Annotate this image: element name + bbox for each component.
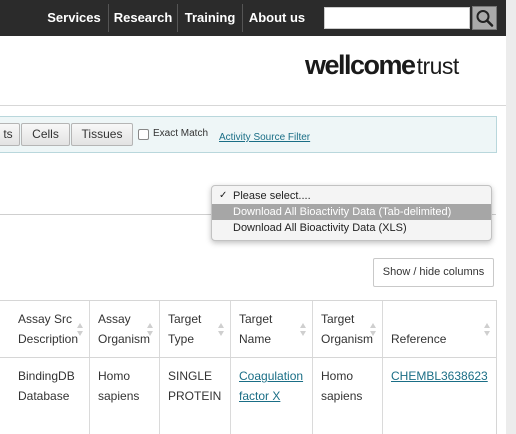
- show-hide-columns-button[interactable]: Show / hide columns: [373, 258, 494, 287]
- column-header-assay-src-description[interactable]: Assay Src Description: [10, 301, 90, 357]
- table-cell-target-type: SINGLE PROTEIN: [160, 358, 231, 434]
- column-header-target-type[interactable]: Target Type: [160, 301, 231, 357]
- logo-light: trust: [416, 53, 460, 79]
- nav-training[interactable]: Training: [178, 0, 242, 36]
- column-header-assay-organism[interactable]: Assay Organism: [90, 301, 160, 357]
- search-button[interactable]: [472, 6, 497, 30]
- sort-icon: [370, 323, 377, 337]
- nav-services[interactable]: Services: [40, 0, 108, 36]
- sort-icon: [300, 323, 307, 337]
- sort-icon: [77, 323, 84, 337]
- table-cell-target-name: Coagulation factor X: [231, 358, 313, 434]
- table-cell-target-organism: Homo sapiens: [313, 358, 383, 434]
- download-option-xls[interactable]: Download All Bioactivity Data (XLS): [212, 220, 491, 236]
- download-dropdown-menu[interactable]: ✓ Please select.... Download All Bioacti…: [211, 185, 492, 241]
- column-header-target-name[interactable]: Target Name: [231, 301, 313, 357]
- search-icon: [476, 10, 494, 27]
- column-header-reference[interactable]: Reference: [383, 301, 496, 357]
- table-cell-assay-organism: Homo sapiens: [90, 358, 160, 434]
- bioactivity-table: Assay Src Description Assay Organism Tar…: [0, 300, 497, 434]
- target-name-link[interactable]: Coagulation factor X: [239, 366, 312, 406]
- download-option-please-select[interactable]: ✓ Please select....: [212, 188, 491, 204]
- checkmark-icon: ✓: [219, 190, 228, 201]
- sort-icon: [147, 323, 154, 337]
- reference-link[interactable]: CHEMBL3638623: [391, 366, 496, 386]
- exact-match-checkbox[interactable]: [138, 129, 149, 140]
- download-option-tab-delimited[interactable]: Download All Bioactivity Data (Tab-delim…: [212, 204, 491, 220]
- filter-button-tissues[interactable]: Tissues: [71, 123, 133, 146]
- wellcome-trust-logo[interactable]: wellcometrust: [305, 48, 459, 83]
- filter-bar: ts Cells Tissues Exact Match Activity So…: [0, 116, 497, 153]
- sort-icon: [218, 323, 225, 337]
- nav-about-us[interactable]: About us: [243, 0, 311, 36]
- nav-research[interactable]: Research: [109, 0, 177, 36]
- search-input[interactable]: [324, 7, 470, 29]
- page-content: wellcometrust ts Cells Tissues Exact Mat…: [0, 36, 506, 434]
- exact-match-label: Exact Match: [153, 128, 209, 139]
- top-nav-bar: Services Research Training About us: [0, 0, 506, 36]
- column-header-target-organism[interactable]: Target Organism: [313, 301, 383, 357]
- activity-source-filter-link[interactable]: Activity Source Filter: [219, 132, 310, 143]
- logo-bold: wellcome: [305, 50, 416, 80]
- sort-icon: [484, 323, 491, 337]
- table-cell-reference: CHEMBL3638623: [383, 358, 496, 434]
- table-cell-assay-src-description: BindingDB Database: [10, 358, 90, 434]
- filter-button-ts[interactable]: ts: [0, 123, 20, 146]
- header-divider: [0, 105, 506, 106]
- filter-button-cells[interactable]: Cells: [21, 123, 70, 146]
